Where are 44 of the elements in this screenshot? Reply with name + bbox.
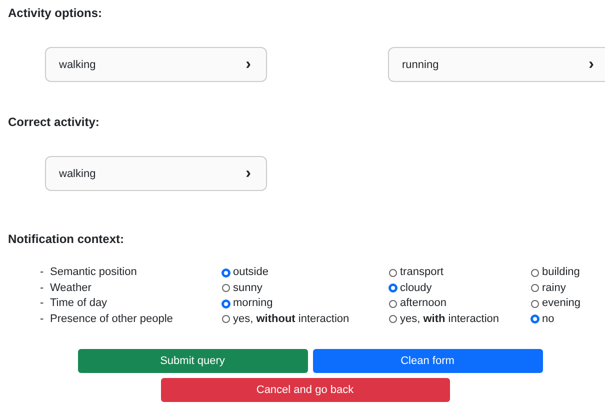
radio-button[interactable] xyxy=(222,315,230,324)
chevron-icon: › xyxy=(246,56,251,72)
radio-button[interactable] xyxy=(389,284,397,292)
radio-option[interactable]: sunny xyxy=(222,282,389,295)
success-button[interactable]: Submit query xyxy=(78,349,308,373)
radio-option[interactable]: evening xyxy=(531,297,605,310)
radio-option[interactable]: no xyxy=(531,312,605,326)
chevron-icon: › xyxy=(246,166,251,182)
section-heading: Activity options: xyxy=(7,5,104,20)
radio-button[interactable] xyxy=(389,300,397,308)
radio-button[interactable] xyxy=(222,300,230,308)
context-label: Time of day xyxy=(50,297,108,310)
list-bullet: - xyxy=(40,312,45,326)
activity-option[interactable]: walking › xyxy=(45,47,267,82)
radio-button[interactable] xyxy=(222,284,230,292)
section-heading: Notification context: xyxy=(7,231,125,246)
activity-option[interactable]: walking › xyxy=(45,156,267,191)
activity-option[interactable]: running › xyxy=(388,47,605,82)
radio-option[interactable]: afternoon xyxy=(389,297,531,310)
radio-option[interactable]: building xyxy=(531,266,605,280)
list-bullet: - xyxy=(40,297,45,310)
radio-button[interactable] xyxy=(389,315,397,324)
context-label: Weather xyxy=(50,282,92,295)
radio-button[interactable] xyxy=(531,268,539,277)
radio-button[interactable] xyxy=(222,268,230,277)
radio-button[interactable] xyxy=(531,284,539,292)
section-heading: Correct activity: xyxy=(7,114,100,129)
radio-option[interactable]: yes, with interaction xyxy=(389,312,531,326)
context-label: Semantic position xyxy=(50,266,138,280)
radio-option[interactable]: rainy xyxy=(531,282,605,295)
danger-button[interactable]: Cancel and go back xyxy=(160,378,450,402)
radio-button[interactable] xyxy=(531,300,539,308)
list-bullet: - xyxy=(40,282,45,295)
radio-button[interactable] xyxy=(389,268,397,277)
radio-button[interactable] xyxy=(531,315,539,324)
radio-option[interactable]: yes, without interaction xyxy=(222,312,389,326)
context-label: Presence of other people xyxy=(50,312,174,326)
list-bullet: - xyxy=(40,266,45,280)
primary-button[interactable]: Clean form xyxy=(312,349,542,373)
radio-option[interactable]: outside xyxy=(222,266,389,280)
chevron-icon: › xyxy=(588,56,594,72)
radio-option[interactable]: transport xyxy=(389,266,531,280)
radio-option[interactable]: morning xyxy=(222,297,389,310)
radio-option[interactable]: cloudy xyxy=(389,282,531,295)
